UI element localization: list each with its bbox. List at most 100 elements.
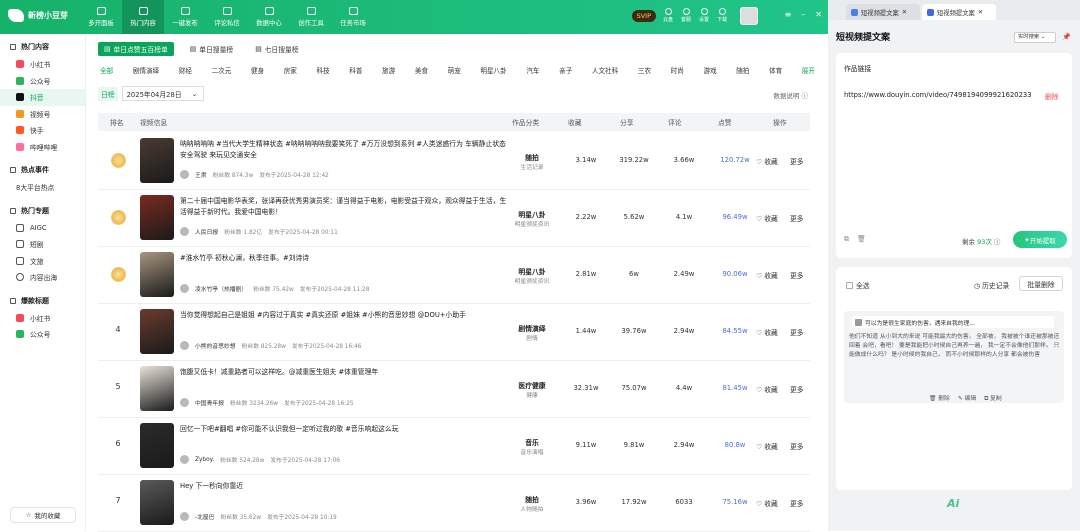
video-title[interactable]: 回忆一下吧#翻唱 #你可能不认识我但一定听过我的歌 #音乐响起这么玩	[180, 424, 508, 435]
author-name[interactable]: 人民日报	[195, 227, 218, 236]
favorite-button[interactable]: ♡ 收藏	[756, 441, 778, 451]
batch-delete-button[interactable]: 批量删除	[1019, 276, 1063, 291]
category-17[interactable]: 游戏	[703, 65, 716, 75]
sidebar-item-travel[interactable]: 文旅	[0, 253, 85, 270]
category-15[interactable]: 三农	[638, 65, 651, 75]
favorite-button[interactable]: ♡ 收藏	[756, 327, 778, 337]
sidebar-item-drama[interactable]: 短剧	[0, 236, 85, 253]
history-link[interactable]: ◷ 历史记录	[974, 280, 1009, 290]
video-title[interactable]: 当你觉得想起自己是姐姐 #内容过于真实 #真实还原 #姐妹 #小熊的音思妙想 @…	[180, 310, 508, 321]
category-20[interactable]: 展开	[802, 65, 815, 75]
category-14[interactable]: 人文社科	[592, 65, 618, 75]
video-title[interactable]: 饱腹又低卡！减重路者可以这样吃。@减重医生姐夫 #体重管理年	[180, 367, 508, 378]
close-icon[interactable]: ✕	[978, 9, 983, 16]
video-thumbnail[interactable]	[140, 480, 174, 525]
nav-publish[interactable]: 一键发布	[164, 0, 206, 34]
start-extract-button[interactable]: ✦ 开始提取	[1013, 231, 1067, 248]
panel-tab-1[interactable]: 短视频提文案 ✕	[846, 4, 920, 20]
table-row[interactable]: 7 Hey 下一秒向你靠近 -北屋巴 粉丝数 35.62w 发布于2025-04-28 …	[98, 474, 810, 532]
category-18[interactable]: 随拍	[736, 65, 749, 75]
select-all-checkbox[interactable]: 全选	[846, 280, 870, 290]
video-thumbnail[interactable]	[140, 138, 174, 183]
cloud-button[interactable]: 云盘	[662, 8, 674, 24]
favorite-button[interactable]: ♡ 收藏	[756, 213, 778, 223]
nav-comments[interactable]: 评论私信	[206, 0, 248, 34]
author-name[interactable]: 王肃	[195, 170, 207, 179]
category-7[interactable]: 科普	[349, 65, 362, 75]
video-title[interactable]: #淮水竹亭 初秋心澜，秋季往事。#刘诗诗	[180, 253, 508, 264]
avatar[interactable]	[740, 7, 758, 25]
category-8[interactable]: 旅游	[382, 65, 395, 75]
video-title[interactable]: 呐呐呐呐呐 #当代大学生精神状态 #呐呐呐呐呐我要笑死了 #万万没想到系列 #人…	[180, 139, 508, 161]
video-title[interactable]: Hey 下一秒向你靠近	[180, 481, 508, 492]
table-row[interactable]: 呐呐呐呐呐 #当代大学生精神状态 #呐呐呐呐呐我要笑死了 #万万没想到系列 #人…	[98, 132, 810, 190]
url-delete-button[interactable]: 删除	[1045, 91, 1059, 101]
category-0[interactable]: 全部	[100, 65, 113, 75]
nav-tools[interactable]: 创作工具	[290, 0, 332, 34]
date-picker[interactable]: 2025年04月28日 ⌄	[121, 86, 204, 101]
table-row[interactable]: 5 饱腹又低卡！减重路者可以这样吃。@减重医生姐夫 #体重管理年 中国青年报 粉丝数 …	[98, 360, 810, 418]
video-thumbnail[interactable]	[140, 252, 174, 297]
category-11[interactable]: 明星八卦	[480, 65, 506, 75]
video-thumbnail[interactable]	[140, 366, 174, 411]
service-button[interactable]: 客服	[680, 8, 692, 24]
trash-icon[interactable]: 🗑	[857, 235, 866, 244]
sidebar-item-xhs-title[interactable]: 小红书	[0, 310, 85, 327]
sidebar-item-wechat[interactable]: 公众号	[0, 73, 85, 90]
favorite-button[interactable]: ♡ 收藏	[756, 498, 778, 508]
result-item-title[interactable]: 可以为是很生家庭的伤害，遇来自我的理...	[852, 316, 1054, 328]
more-button[interactable]: 更多	[790, 498, 804, 508]
favorite-button[interactable]: ♡ 收藏	[756, 270, 778, 280]
sidebar-item-bilibili[interactable]: 哔哩哔哩	[0, 139, 85, 156]
panel-tab-2[interactable]: 短视频提文案 ✕	[922, 4, 996, 20]
table-row[interactable]: #淮水竹亭 初秋心澜，秋季往事。#刘诗诗 凌水竹亭（热播剧） 粉丝数 75.42w 发…	[98, 246, 810, 304]
category-6[interactable]: 科技	[316, 65, 329, 75]
favorite-button[interactable]: ♡ 收藏	[756, 384, 778, 394]
nav-data[interactable]: 数据中心	[248, 0, 290, 34]
minimize-icon[interactable]: –	[801, 10, 805, 19]
close-icon[interactable]: ✕	[902, 9, 907, 16]
category-10[interactable]: 萌宠	[448, 65, 461, 75]
more-button[interactable]: 更多	[790, 327, 804, 337]
sidebar-item-douyin[interactable]: 抖音	[0, 89, 85, 106]
category-2[interactable]: 财经	[179, 65, 192, 75]
sidebar-item-wechat-title[interactable]: 公众号	[0, 326, 85, 343]
more-button[interactable]: 更多	[790, 156, 804, 166]
category-3[interactable]: 二次元	[212, 65, 232, 75]
category-12[interactable]: 汽车	[526, 65, 539, 75]
paste-icon[interactable]: ⧉	[844, 235, 849, 244]
svip-badge[interactable]: SVIP	[631, 10, 656, 22]
category-5[interactable]: 房家	[284, 65, 297, 75]
author-name[interactable]: 中国青年报	[195, 398, 224, 407]
video-thumbnail[interactable]	[140, 309, 174, 354]
more-button[interactable]: 更多	[790, 441, 804, 451]
copy-action[interactable]: ⧉ 复制	[984, 393, 1002, 403]
mode-select[interactable]: 实时搜索 ⌄	[1014, 32, 1056, 43]
delete-action[interactable]: 🗑 删除	[929, 393, 950, 403]
app-logo[interactable]: 新榜小豆芽	[8, 9, 68, 22]
settings-button[interactable]: 设置	[698, 8, 710, 24]
menu-icon[interactable]: ≡	[785, 10, 792, 19]
more-button[interactable]: 更多	[790, 384, 804, 394]
sidebar-item-hot8[interactable]: 8大平台热点	[0, 179, 85, 196]
data-note-link[interactable]: 数据说明 ⓘ	[773, 90, 808, 100]
table-row[interactable]: 4 当你觉得想起自己是姐姐 #内容过于真实 #真实还原 #姐妹 #小熊的音思妙想 …	[98, 303, 810, 361]
author-name[interactable]: 凌水竹亭（热播剧）	[195, 284, 247, 293]
video-thumbnail[interactable]	[140, 423, 174, 468]
download-button[interactable]: 下载	[716, 8, 728, 24]
sidebar-item-xhs[interactable]: 小红书	[0, 56, 85, 73]
close-icon[interactable]: ✕	[815, 10, 822, 19]
category-13[interactable]: 亲子	[559, 65, 572, 75]
category-1[interactable]: 剧情演绎	[133, 65, 159, 75]
sidebar-item-channels[interactable]: 视频号	[0, 106, 85, 123]
tab-weekly-search[interactable]: ▤ 七日搜量榜	[249, 42, 304, 56]
edit-action[interactable]: ✎ 编辑	[958, 393, 976, 403]
nav-tasks[interactable]: 任务市场	[332, 0, 374, 34]
category-16[interactable]: 时尚	[671, 65, 684, 75]
url-input[interactable]: https://www.douyin.com/video/74981940999…	[844, 91, 1032, 99]
tab-daily-likes[interactable]: ▤ 单日点赞五百榜单	[98, 42, 174, 56]
table-row[interactable]: 6 回忆一下吧#翻唱 #你可能不认识我但一定听过我的歌 #音乐响起这么玩 Zyboy…	[98, 417, 810, 475]
video-thumbnail[interactable]	[140, 195, 174, 240]
more-button[interactable]: 更多	[790, 270, 804, 280]
nav-hot-content[interactable]: 热门内容	[122, 0, 164, 34]
